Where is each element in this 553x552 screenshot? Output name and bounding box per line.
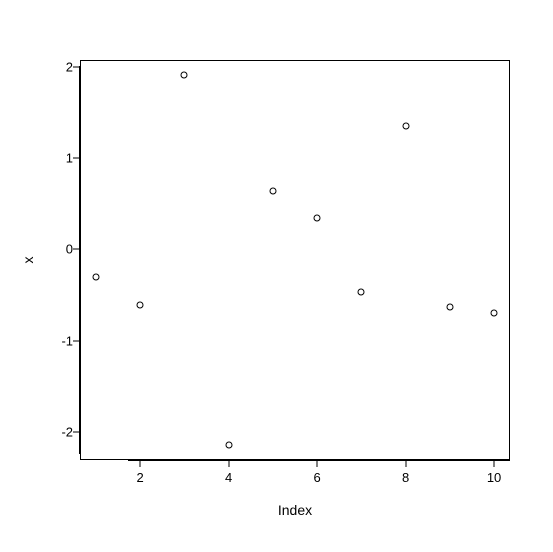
y-tick-label: 2	[48, 59, 73, 74]
x-tick	[140, 460, 141, 467]
x-tick-label: 2	[137, 470, 144, 485]
data-point	[269, 187, 276, 194]
y-tick-label: 1	[48, 151, 73, 166]
data-point	[225, 442, 232, 449]
data-point	[314, 215, 321, 222]
y-tick	[73, 432, 80, 433]
data-point	[491, 310, 498, 317]
x-tick	[317, 460, 318, 467]
y-tick-label: 0	[48, 242, 73, 257]
y-axis-line	[79, 66, 80, 454]
x-tick-label: 10	[487, 470, 501, 485]
x-axis-line	[128, 460, 510, 461]
y-tick-label: -2	[48, 425, 73, 440]
x-axis-label: Index	[278, 502, 312, 518]
x-tick-label: 6	[313, 470, 320, 485]
y-tick	[73, 158, 80, 159]
y-tick-label: -1	[48, 333, 73, 348]
data-point	[92, 273, 99, 280]
y-axis-label: x	[20, 257, 36, 264]
y-tick	[73, 249, 80, 250]
x-tick	[228, 460, 229, 467]
x-tick	[494, 460, 495, 467]
data-point	[402, 123, 409, 130]
x-tick	[405, 460, 406, 467]
x-tick-label: 8	[402, 470, 409, 485]
y-tick	[73, 66, 80, 67]
data-point	[446, 304, 453, 311]
data-point	[137, 302, 144, 309]
data-point	[181, 71, 188, 78]
x-tick-label: 4	[225, 470, 232, 485]
plot-area	[80, 60, 510, 460]
scatter-plot: -2 -1 0 1 2 2 4 6 8 10 x Index	[0, 0, 553, 552]
data-point	[358, 289, 365, 296]
y-tick	[73, 340, 80, 341]
